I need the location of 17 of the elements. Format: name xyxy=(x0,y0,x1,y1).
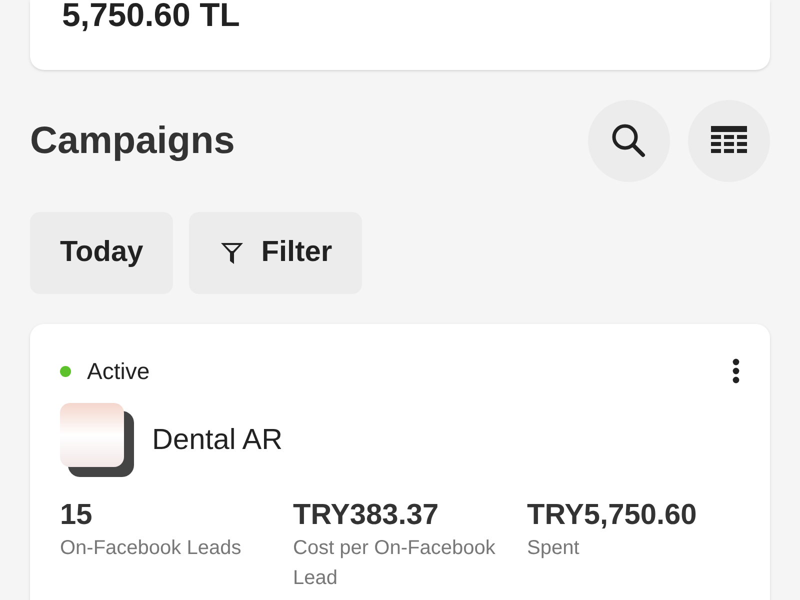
total-amount: 5,750.60 TL xyxy=(62,0,240,31)
status-label: Active xyxy=(87,357,150,386)
table-icon xyxy=(711,126,747,156)
metric-label: Spent xyxy=(527,536,580,560)
metric-label: On-Facebook Leads xyxy=(60,536,242,560)
section-title: Campaigns xyxy=(30,118,235,164)
campaign-card[interactable]: Active Dental AR 15 On-Facebook Leads TRY383.37 Cost per On-Facebook Lead TRY5,750.60 Spent xyxy=(30,324,770,600)
date-range-button[interactable]: Today xyxy=(30,212,174,294)
more-options-button[interactable] xyxy=(732,358,740,384)
metric-value: TRY383.37 xyxy=(293,498,440,532)
filter-button[interactable]: Filter xyxy=(189,212,362,294)
more-vertical-icon xyxy=(732,358,740,384)
metric-value: 15 xyxy=(60,498,94,532)
filter-icon xyxy=(219,240,246,266)
metric-value: TRY5,750.60 xyxy=(527,498,698,532)
campaign-name: Dental AR xyxy=(152,422,283,458)
metric-label: Cost per On-Facebook Lead xyxy=(293,536,496,590)
